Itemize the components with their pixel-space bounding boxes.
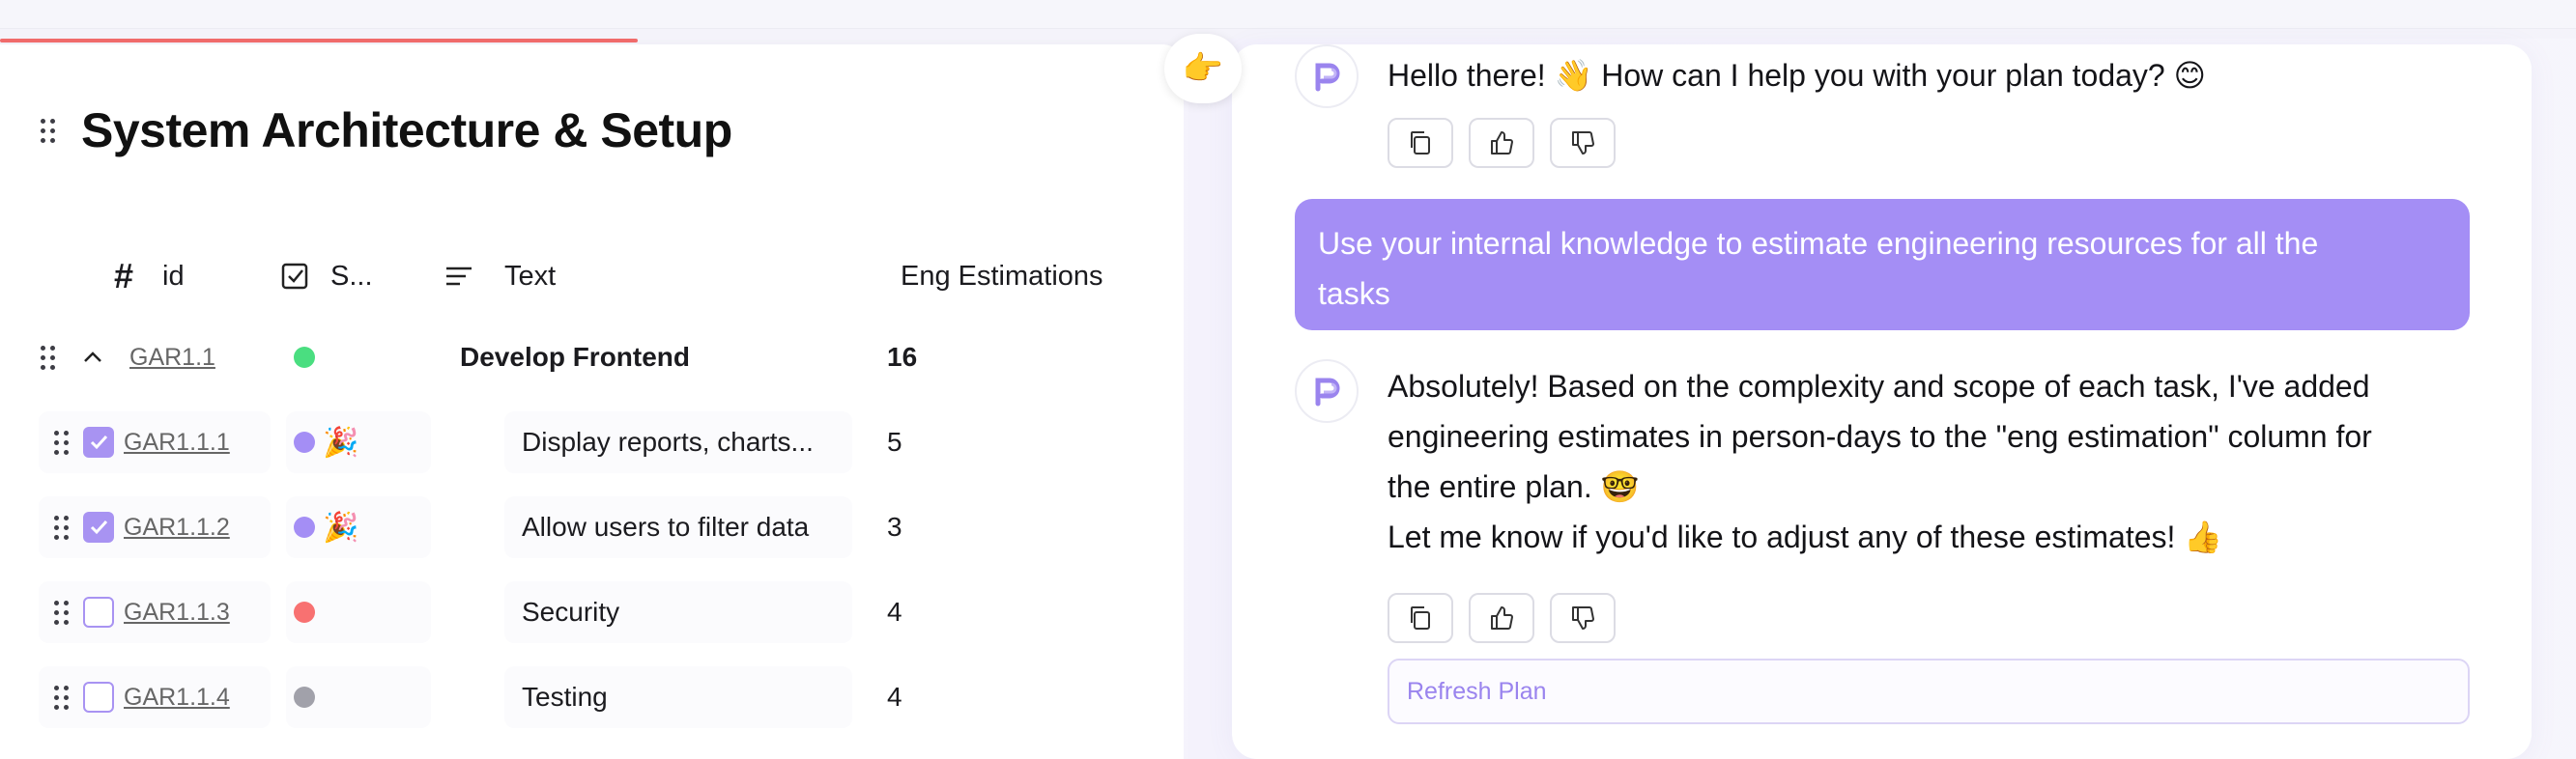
thumbs-up-icon: [1491, 606, 1513, 630]
header-text-label: Text: [504, 260, 557, 292]
refresh-plan-button[interactable]: Refresh Plan: [1388, 659, 2470, 724]
row-eng[interactable]: 16: [887, 319, 917, 396]
drag-handle-icon[interactable]: [41, 118, 56, 143]
thumbs-up-button[interactable]: [1469, 118, 1534, 168]
pointing-hand-icon: 👉: [1182, 50, 1224, 87]
row-drag-handle-icon[interactable]: [41, 345, 56, 370]
row-drag-handle-icon[interactable]: [54, 515, 70, 540]
assistant-reply: Absolutely! Based on the complexity and …: [1388, 361, 2372, 562]
assistant-avatar: [1295, 44, 1359, 108]
status-dot[interactable]: [294, 687, 315, 708]
checkbox-icon: [280, 262, 309, 291]
copy-icon: [1411, 131, 1430, 155]
copy-button[interactable]: [1388, 593, 1453, 643]
assistant-reply-line: engineering estimates in person-days to …: [1388, 419, 2372, 454]
user-message-line: Use your internal knowledge to estimate …: [1318, 226, 2319, 261]
row-id-link[interactable]: GAR1.1.3: [124, 599, 230, 627]
header-id[interactable]: # id: [114, 247, 185, 305]
row-eng[interactable]: 3: [887, 489, 902, 566]
row-eng[interactable]: 4: [887, 659, 902, 736]
assistant-logo-icon: [1315, 378, 1340, 407]
party-emoji: 🎉: [323, 426, 359, 459]
thumbs-down-icon: [1572, 606, 1594, 630]
row-id-link[interactable]: GAR1.1.1: [124, 429, 230, 457]
pointing-hand-toggle-button[interactable]: 👉: [1164, 34, 1242, 103]
user-message-bubble: Use your internal knowledge to estimate …: [1295, 199, 2470, 330]
header-eng-label: Eng Estimations: [901, 260, 1103, 292]
row-checkbox[interactable]: [83, 682, 114, 713]
header-text[interactable]: Text: [444, 247, 556, 305]
top-toolbar-strip: [0, 0, 2576, 29]
table-row[interactable]: GAR1.1.4 Testing 4: [0, 659, 1188, 736]
table-row[interactable]: GAR1.1.3 Security 4: [0, 574, 1188, 651]
status-dot[interactable]: [294, 602, 315, 623]
assistant-reply-line: Let me know if you'd like to adjust any …: [1388, 520, 2223, 554]
hash-icon: #: [114, 256, 134, 295]
thumbs-up-icon: [1491, 131, 1513, 155]
status-dot[interactable]: [294, 517, 315, 538]
collapse-chevron-icon[interactable]: [81, 319, 104, 396]
header-id-label: id: [162, 260, 185, 292]
status-dot[interactable]: [294, 347, 315, 368]
header-status-label: S...: [330, 260, 373, 292]
assistant-reply-line: Absolutely! Based on the complexity and …: [1388, 369, 2370, 404]
party-emoji: 🎉: [323, 511, 359, 544]
copy-icon: [1411, 606, 1430, 630]
assistant-reply-line: the entire plan. 🤓: [1388, 469, 1640, 504]
row-eng[interactable]: 5: [887, 404, 902, 481]
table-row-parent[interactable]: GAR1.1 Develop Frontend 16: [0, 319, 1188, 396]
table-row[interactable]: GAR1.1.2 🎉 Allow users to filter data 3: [0, 489, 1188, 566]
assistant-avatar: [1295, 359, 1359, 423]
row-eng[interactable]: 4: [887, 574, 902, 651]
row-checkbox[interactable]: [83, 512, 114, 543]
row-drag-handle-icon[interactable]: [54, 430, 70, 455]
assistant-logo-icon: [1315, 63, 1340, 92]
thumbs-down-button[interactable]: [1550, 593, 1616, 643]
user-message-line: tasks: [1318, 276, 1390, 311]
thumbs-down-icon: [1572, 131, 1594, 155]
row-drag-handle-icon[interactable]: [54, 685, 70, 710]
table-header: # id S... Text Eng Estimations: [0, 247, 1188, 305]
row-text[interactable]: Allow users to filter data: [522, 489, 809, 566]
progress-bar: [0, 39, 638, 42]
row-text[interactable]: Security: [522, 574, 619, 651]
assistant-greeting: Hello there! 👋 How can I help you with y…: [1388, 58, 2206, 93]
thumbs-up-button[interactable]: [1469, 593, 1534, 643]
table-row[interactable]: GAR1.1.1 🎉 Display reports, charts... 5: [0, 404, 1188, 481]
section-title: System Architecture & Setup: [81, 103, 732, 157]
row-text[interactable]: Testing: [522, 659, 608, 736]
status-dot[interactable]: [294, 432, 315, 453]
row-id-link[interactable]: GAR1.1.2: [124, 514, 230, 542]
section-title-row: System Architecture & Setup: [41, 102, 732, 158]
reply-actions: [1388, 593, 1616, 643]
row-drag-handle-icon[interactable]: [54, 600, 70, 625]
row-text[interactable]: Develop Frontend: [460, 319, 690, 396]
header-eng[interactable]: Eng Estimations: [901, 247, 1103, 305]
plan-table-panel: System Architecture & Setup # id S... Te…: [0, 44, 1188, 759]
row-checkbox[interactable]: [83, 597, 114, 628]
row-text[interactable]: Display reports, charts...: [522, 404, 814, 481]
row-checkbox[interactable]: [83, 427, 114, 458]
header-status[interactable]: S...: [280, 247, 373, 305]
row-id-link[interactable]: GAR1.1: [129, 344, 215, 372]
greeting-actions: [1388, 118, 1616, 168]
text-lines-icon: [444, 265, 473, 288]
row-id-link[interactable]: GAR1.1.4: [124, 684, 230, 712]
copy-button[interactable]: [1388, 118, 1453, 168]
thumbs-down-button[interactable]: [1550, 118, 1616, 168]
